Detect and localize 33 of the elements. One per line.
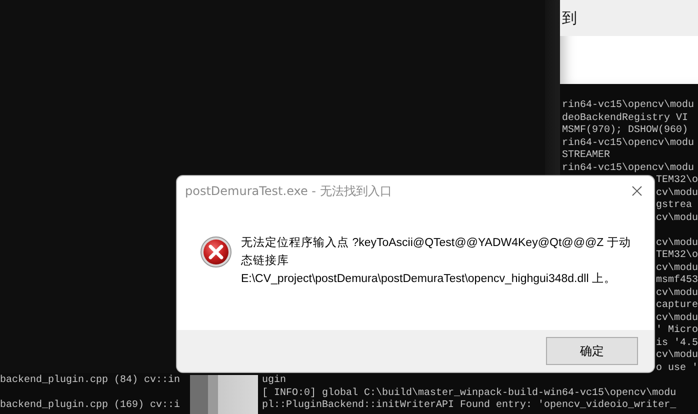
console-line: ' Micro <box>656 325 698 338</box>
console-line: msmf453 <box>656 275 698 288</box>
dialog-title: postDemuraTest.exe - 无法找到入口 <box>185 182 392 200</box>
error-icon <box>200 236 232 268</box>
console-line: cv\modu <box>656 188 698 200</box>
window-title: 到 <box>562 8 577 28</box>
console-line: cv\modu <box>656 212 698 225</box>
console-line: backend_plugin.cpp (169) cv::i <box>0 400 180 412</box>
console-line: cv\modu <box>656 288 698 300</box>
console-line: cv\modu <box>656 350 698 362</box>
console-line: TEM32\o <box>656 175 698 188</box>
console-line: [ INFO:0] global C:\build\master_winpack-build-win64-vc15\opencv\modu <box>262 388 676 400</box>
window-edge <box>190 375 258 414</box>
console-line: STREAMER <box>562 150 610 162</box>
console-line: ugin <box>262 375 286 388</box>
console-line: rin64-vc15\opencv\modu <box>562 100 694 112</box>
console-line: o use ' <box>656 362 698 375</box>
console-line: cv\modu <box>656 238 698 250</box>
console-line: capture <box>656 300 698 312</box>
console-line: TEM32\o <box>656 250 698 262</box>
console-line: cv\modu <box>656 312 698 324</box>
console-line: is '4.5 <box>656 338 698 350</box>
console-line: rin64-vc15\opencv\modu <box>562 162 694 174</box>
console-line: pl::PluginBackend::initWriterAPI Found entry: 'opencv_videoio_writer_ <box>262 400 676 412</box>
console-line: deoBackendRegistry VI <box>562 112 688 124</box>
console-line: backend_plugin.cpp (84) cv::in <box>0 375 180 388</box>
console-line: rin64-vc15\opencv\modu <box>562 138 694 150</box>
error-message: 无法定位程序输入点 ?keyToAscii@QTest@@YADW4Key@Qt@@@Z 于动态链接库 E:\CV_project\postDemura\postDemuraTest\opencv_highgui348d.dll 上。 <box>241 235 632 287</box>
close-icon[interactable] <box>632 186 642 196</box>
console-line: MSMF(970); DSHOW(960) <box>562 125 688 138</box>
console-line: gstrea <box>656 200 692 212</box>
console-line: cv\modu <box>656 262 698 274</box>
ok-button[interactable]: 确定 <box>546 337 638 365</box>
